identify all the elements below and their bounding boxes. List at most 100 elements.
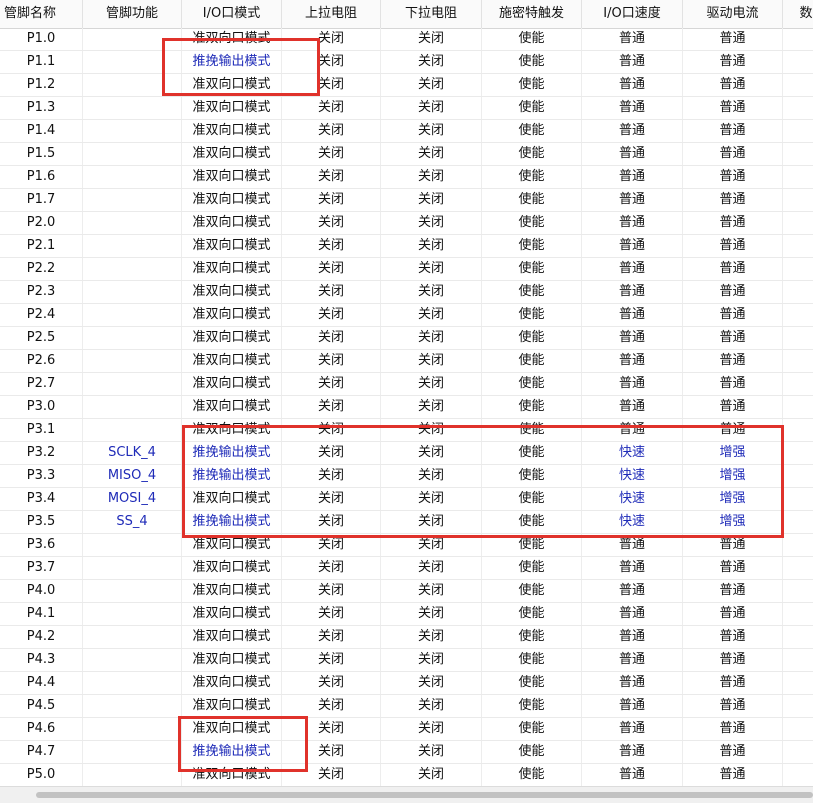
pull-down-cell[interactable]: 关闭 xyxy=(381,258,482,280)
pull-up-cell[interactable]: 关闭 xyxy=(282,281,381,303)
digital-cell[interactable] xyxy=(783,74,813,96)
pin-function-cell[interactable] xyxy=(83,557,182,579)
pull-up-cell[interactable]: 关闭 xyxy=(282,304,381,326)
drive-current-cell[interactable]: 普通 xyxy=(683,281,783,303)
io-speed-cell[interactable]: 普通 xyxy=(582,419,683,441)
pin-function-cell[interactable]: MISO_4 xyxy=(83,465,182,487)
header-digital[interactable]: 数字 xyxy=(783,0,813,28)
pull-up-cell[interactable]: 关闭 xyxy=(282,166,381,188)
pull-down-cell[interactable]: 关闭 xyxy=(381,672,482,694)
schmitt-cell[interactable]: 使能 xyxy=(482,419,582,441)
drive-current-cell[interactable]: 普通 xyxy=(683,120,783,142)
pull-up-cell[interactable]: 关闭 xyxy=(282,442,381,464)
pull-up-cell[interactable]: 关闭 xyxy=(282,327,381,349)
schmitt-cell[interactable]: 使能 xyxy=(482,718,582,740)
pull-up-cell[interactable]: 关闭 xyxy=(282,511,381,533)
digital-cell[interactable] xyxy=(783,28,813,50)
schmitt-cell[interactable]: 使能 xyxy=(482,396,582,418)
io-speed-cell[interactable]: 普通 xyxy=(582,28,683,50)
schmitt-cell[interactable]: 使能 xyxy=(482,74,582,96)
drive-current-cell[interactable]: 普通 xyxy=(683,350,783,372)
io-mode-cell[interactable]: 准双向口模式 xyxy=(182,672,282,694)
io-mode-cell[interactable]: 准双向口模式 xyxy=(182,189,282,211)
pin-function-cell[interactable] xyxy=(83,258,182,280)
io-speed-cell[interactable]: 快速 xyxy=(582,511,683,533)
pull-down-cell[interactable]: 关闭 xyxy=(381,304,482,326)
schmitt-cell[interactable]: 使能 xyxy=(482,764,582,786)
pull-down-cell[interactable]: 关闭 xyxy=(381,465,482,487)
io-speed-cell[interactable]: 普通 xyxy=(582,235,683,257)
io-mode-cell[interactable]: 准双向口模式 xyxy=(182,258,282,280)
digital-cell[interactable] xyxy=(783,488,813,510)
io-speed-cell[interactable]: 普通 xyxy=(582,120,683,142)
table-row[interactable]: P1.0 准双向口模式 关闭 关闭 使能 普通 普通 xyxy=(0,28,813,51)
table-row[interactable]: P1.5 准双向口模式 关闭 关闭 使能 普通 普通 xyxy=(0,143,813,166)
digital-cell[interactable] xyxy=(783,741,813,763)
io-mode-cell[interactable]: 准双向口模式 xyxy=(182,304,282,326)
digital-cell[interactable] xyxy=(783,534,813,556)
pull-up-cell[interactable]: 关闭 xyxy=(282,603,381,625)
io-speed-cell[interactable]: 快速 xyxy=(582,488,683,510)
header-io-mode[interactable]: I/O口模式 xyxy=(182,0,282,28)
io-speed-cell[interactable]: 普通 xyxy=(582,695,683,717)
pull-down-cell[interactable]: 关闭 xyxy=(381,97,482,119)
table-row[interactable]: P1.7 准双向口模式 关闭 关闭 使能 普通 普通 xyxy=(0,189,813,212)
schmitt-cell[interactable]: 使能 xyxy=(482,603,582,625)
table-row[interactable]: P4.0 准双向口模式 关闭 关闭 使能 普通 普通 xyxy=(0,580,813,603)
pull-down-cell[interactable]: 关闭 xyxy=(381,74,482,96)
io-mode-cell[interactable]: 准双向口模式 xyxy=(182,649,282,671)
digital-cell[interactable] xyxy=(783,143,813,165)
pin-function-cell[interactable] xyxy=(83,28,182,50)
schmitt-cell[interactable]: 使能 xyxy=(482,258,582,280)
pull-down-cell[interactable]: 关闭 xyxy=(381,626,482,648)
drive-current-cell[interactable]: 增强 xyxy=(683,488,783,510)
drive-current-cell[interactable]: 普通 xyxy=(683,603,783,625)
io-mode-cell[interactable]: 推挽输出模式 xyxy=(182,511,282,533)
drive-current-cell[interactable]: 增强 xyxy=(683,465,783,487)
pull-down-cell[interactable]: 关闭 xyxy=(381,488,482,510)
io-speed-cell[interactable]: 普通 xyxy=(582,626,683,648)
table-row[interactable]: P2.2 准双向口模式 关闭 关闭 使能 普通 普通 xyxy=(0,258,813,281)
pull-down-cell[interactable]: 关闭 xyxy=(381,373,482,395)
schmitt-cell[interactable]: 使能 xyxy=(482,695,582,717)
io-mode-cell[interactable]: 准双向口模式 xyxy=(182,28,282,50)
digital-cell[interactable] xyxy=(783,465,813,487)
io-speed-cell[interactable]: 快速 xyxy=(582,465,683,487)
table-row[interactable]: P4.3 准双向口模式 关闭 关闭 使能 普通 普通 xyxy=(0,649,813,672)
drive-current-cell[interactable]: 普通 xyxy=(683,304,783,326)
pull-up-cell[interactable]: 关闭 xyxy=(282,74,381,96)
digital-cell[interactable] xyxy=(783,120,813,142)
pin-function-cell[interactable] xyxy=(83,51,182,73)
drive-current-cell[interactable]: 普通 xyxy=(683,212,783,234)
table-row[interactable]: P3.3 MISO_4 推挽输出模式 关闭 关闭 使能 快速 增强 xyxy=(0,465,813,488)
pin-function-cell[interactable] xyxy=(83,166,182,188)
drive-current-cell[interactable]: 普通 xyxy=(683,327,783,349)
pull-up-cell[interactable]: 关闭 xyxy=(282,28,381,50)
pull-up-cell[interactable]: 关闭 xyxy=(282,51,381,73)
pull-up-cell[interactable]: 关闭 xyxy=(282,488,381,510)
io-speed-cell[interactable]: 普通 xyxy=(582,304,683,326)
pin-function-cell[interactable] xyxy=(83,626,182,648)
io-mode-cell[interactable]: 准双向口模式 xyxy=(182,580,282,602)
pull-down-cell[interactable]: 关闭 xyxy=(381,281,482,303)
pull-up-cell[interactable]: 关闭 xyxy=(282,718,381,740)
table-row[interactable]: P3.5 SS_4 推挽输出模式 关闭 关闭 使能 快速 增强 xyxy=(0,511,813,534)
io-speed-cell[interactable]: 普通 xyxy=(582,580,683,602)
digital-cell[interactable] xyxy=(783,327,813,349)
pull-up-cell[interactable]: 关闭 xyxy=(282,580,381,602)
pin-function-cell[interactable] xyxy=(83,396,182,418)
table-row[interactable]: P3.7 准双向口模式 关闭 关闭 使能 普通 普通 xyxy=(0,557,813,580)
pull-up-cell[interactable]: 关闭 xyxy=(282,97,381,119)
pull-up-cell[interactable]: 关闭 xyxy=(282,695,381,717)
io-speed-cell[interactable]: 普通 xyxy=(582,350,683,372)
pull-up-cell[interactable]: 关闭 xyxy=(282,626,381,648)
pull-down-cell[interactable]: 关闭 xyxy=(381,396,482,418)
pull-down-cell[interactable]: 关闭 xyxy=(381,557,482,579)
table-row[interactable]: P2.7 准双向口模式 关闭 关闭 使能 普通 普通 xyxy=(0,373,813,396)
io-speed-cell[interactable]: 快速 xyxy=(582,442,683,464)
pull-down-cell[interactable]: 关闭 xyxy=(381,120,482,142)
digital-cell[interactable] xyxy=(783,442,813,464)
io-mode-cell[interactable]: 准双向口模式 xyxy=(182,603,282,625)
pin-function-cell[interactable] xyxy=(83,580,182,602)
schmitt-cell[interactable]: 使能 xyxy=(482,373,582,395)
